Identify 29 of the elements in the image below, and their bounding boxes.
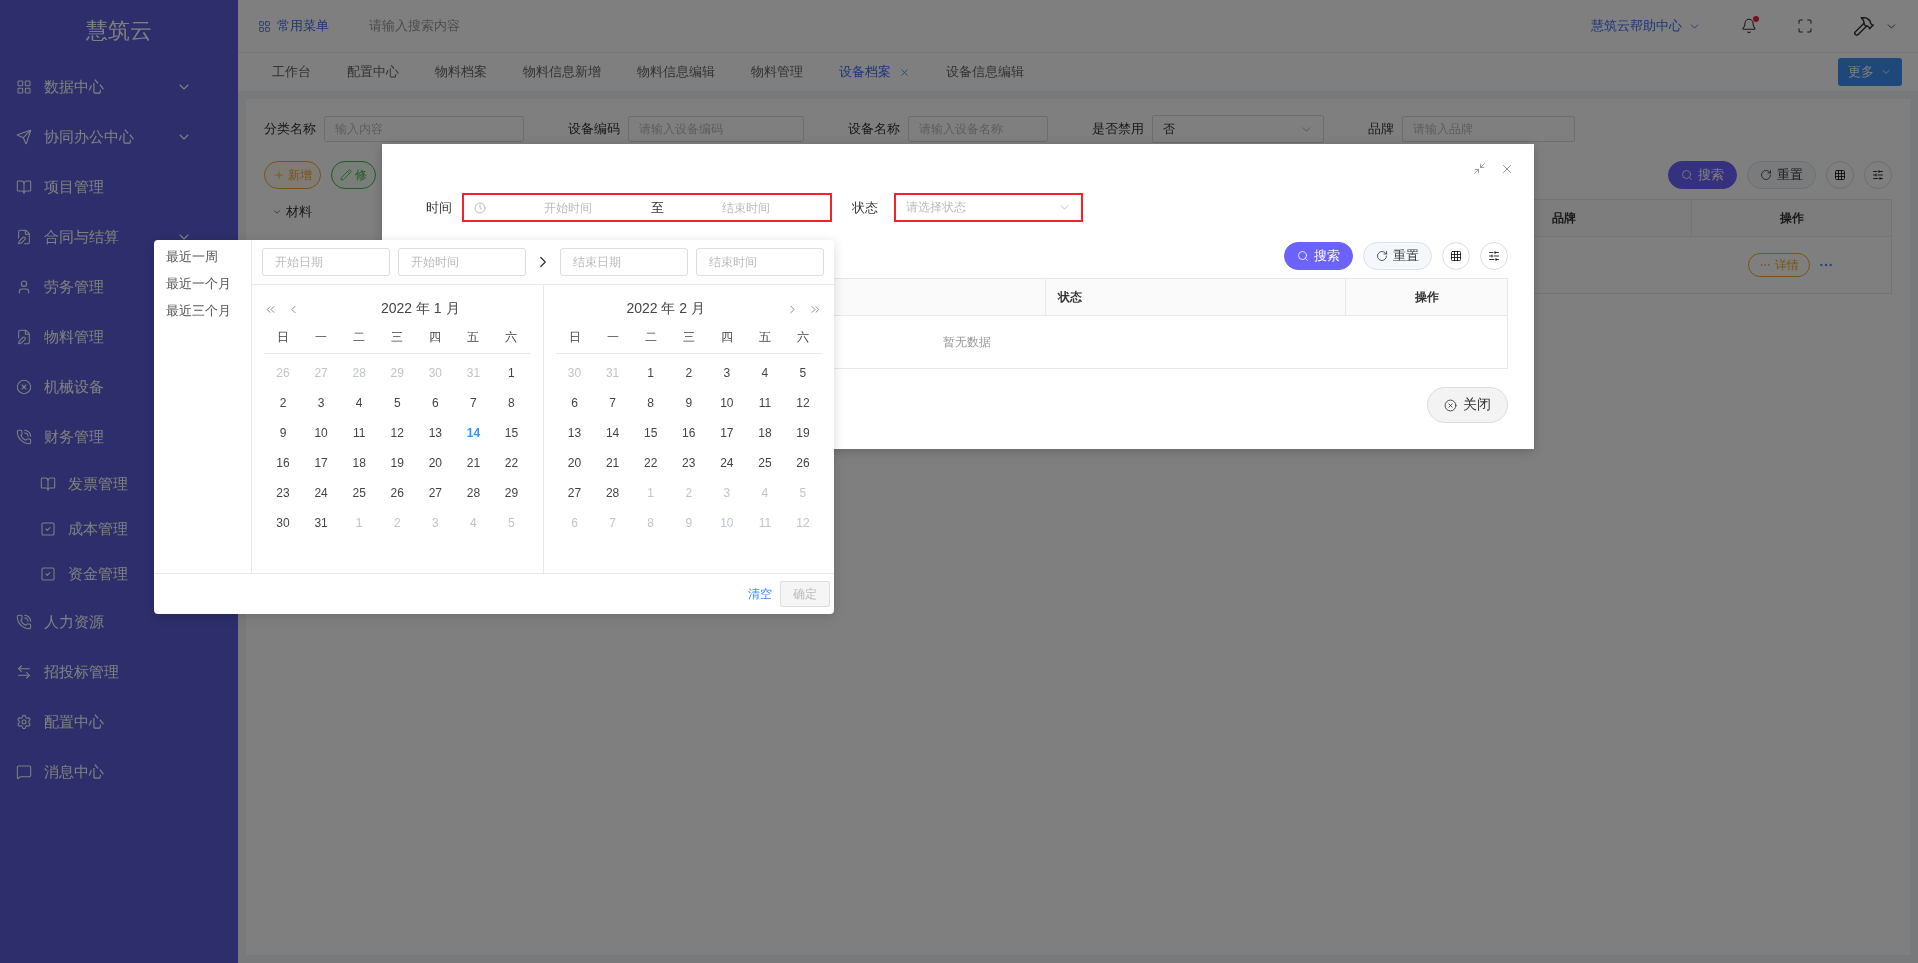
field-label: 品牌 — [1368, 120, 1394, 138]
weekday-label: 三 — [669, 321, 708, 354]
field-label: 时间 — [426, 198, 452, 217]
weekday-label: 四 — [707, 321, 746, 354]
weekday-label: 二 — [631, 321, 670, 354]
column-header: 操作 — [1691, 200, 1891, 236]
weekday-label: 四 — [416, 321, 455, 354]
field-label: 设备名称 — [848, 120, 900, 138]
weekday-label: 六 — [783, 321, 822, 354]
month-title: 2022 年 2 月 — [625, 300, 707, 318]
weekday-label: 日 — [264, 321, 303, 354]
weekday-label: 一 — [302, 321, 341, 354]
field-label: 状态 — [852, 198, 878, 217]
weekday-label: 一 — [593, 321, 632, 354]
weekday-label: 五 — [745, 321, 784, 354]
field-label: 是否禁用 — [1092, 120, 1144, 138]
field-label: 分类名称 — [264, 120, 316, 138]
weekday-label: 六 — [492, 321, 531, 354]
column-header: 操作 — [1345, 279, 1507, 315]
weekday-label: 日 — [555, 321, 594, 354]
month-title: 2022 年 1 月 — [379, 300, 461, 318]
range-separator: 至 — [650, 198, 664, 217]
column-header: 状态 — [1045, 279, 1345, 315]
weekday-label: 二 — [340, 321, 379, 354]
empty-text: 暂无数据 — [943, 333, 991, 351]
logo: 慧筑云 — [85, 17, 153, 45]
weekday-label: 五 — [454, 321, 493, 354]
field-label: 设备编码 — [568, 120, 620, 138]
weekday-label: 三 — [378, 321, 417, 354]
